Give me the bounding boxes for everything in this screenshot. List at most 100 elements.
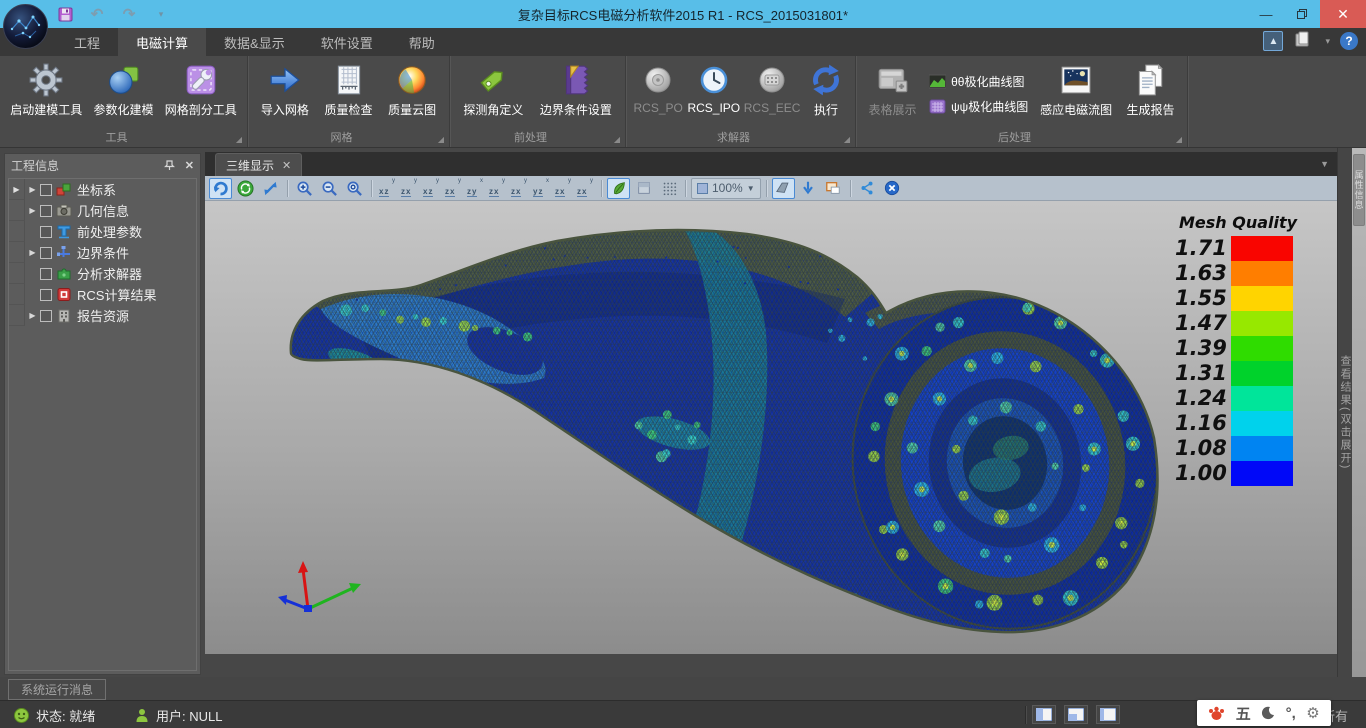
application-window: ↶ ↷ ▾ 复杂目标RCS电磁分析软件2015 R1 - RCS_2015031… <box>0 0 1366 728</box>
theta-polarization-curve-button[interactable]: θθ极化曲线图 <box>929 73 1028 90</box>
probe-angle-define-button[interactable]: 探测角定义 <box>456 60 531 120</box>
view-orientation-button-0[interactable]: yxz <box>377 178 398 199</box>
ime-paw-icon[interactable] <box>1208 705 1225 721</box>
view-orientation-button-4[interactable]: xzy <box>465 178 486 199</box>
tab-3d-display[interactable]: 三维显示 ✕ <box>215 153 302 176</box>
ime-wubi-label[interactable]: 五 <box>1236 703 1251 724</box>
zoom-out-button[interactable] <box>318 178 341 199</box>
tree-item-analysis-solver[interactable]: ▶ 分析求解器 <box>9 263 196 284</box>
menu-tab-1[interactable]: 电磁计算 <box>118 28 206 56</box>
rotate-view-button[interactable] <box>209 178 232 199</box>
pin-icon[interactable] <box>164 160 175 171</box>
induction-current-map-button[interactable]: 感应电磁流图 <box>1034 60 1118 120</box>
ime-toolbar[interactable]: 五 °, ⚙ <box>1197 700 1331 726</box>
share-view-button[interactable] <box>856 178 879 199</box>
expander-icon[interactable]: ▶ <box>25 311 40 320</box>
shaded-display-button[interactable] <box>607 178 630 199</box>
view-orientation-button-2[interactable]: yxz <box>421 178 442 199</box>
table-display-button[interactable]: 表格展示 <box>862 60 923 120</box>
tree-item-coordinate-system[interactable]: ▶ ▶ 坐标系 <box>9 179 196 200</box>
tree-checkbox[interactable] <box>40 205 52 217</box>
expander-icon[interactable]: ▶ <box>25 185 40 194</box>
row-selector[interactable]: ▶ <box>9 179 25 200</box>
viewport-3d[interactable]: Mesh Quality 1.711.631.551.471.391.311.2… <box>205 201 1337 654</box>
boundary-condition-button[interactable]: 边界条件设置 <box>533 60 619 120</box>
view-orientation-button-6[interactable]: yzx <box>509 178 530 199</box>
mesh-model-render[interactable] <box>205 201 1337 654</box>
group-dialog-launcher-icon[interactable]: ◢ <box>1176 135 1182 144</box>
view-orientation-button-8[interactable]: yzx <box>553 178 574 199</box>
psi-polarization-curve-button[interactable]: ψψ极化曲线图 <box>929 98 1028 115</box>
tree-checkbox[interactable] <box>40 184 52 196</box>
group-dialog-launcher-icon[interactable]: ◢ <box>844 135 850 144</box>
expander-icon[interactable]: ▶ <box>25 206 40 215</box>
system-messages-tab[interactable]: 系统运行消息 <box>8 679 106 700</box>
rcs-eec-button[interactable]: RCS_EEC <box>743 60 801 117</box>
results-side-bar[interactable]: 查看结果(双击展开) <box>1337 148 1352 677</box>
quality-cloud-map-button[interactable]: 质量云图 <box>381 60 443 120</box>
tree-checkbox[interactable] <box>40 289 52 301</box>
rcs-ipo-button[interactable]: RCS_IPO <box>686 60 741 117</box>
group-dialog-launcher-icon[interactable]: ◢ <box>438 135 444 144</box>
tree-item-preprocess-params[interactable]: ▶ 前处理参数 <box>9 221 196 242</box>
ime-punctuation-label[interactable]: °, <box>1286 705 1296 722</box>
close-view-button[interactable] <box>881 178 904 199</box>
launch-modeling-tool-button[interactable]: 启动建模工具 <box>6 60 87 120</box>
ime-moon-icon[interactable] <box>1261 706 1275 720</box>
ime-settings-gear-icon[interactable]: ⚙ <box>1306 704 1319 722</box>
capture-window-button[interactable] <box>822 178 845 199</box>
layout-bottom-panel-button[interactable] <box>1064 705 1088 724</box>
pan-zoom-button[interactable] <box>259 178 282 199</box>
display-device-icon[interactable] <box>1293 31 1315 51</box>
parametric-modeling-button[interactable]: 参数化建模 <box>89 60 159 120</box>
tab-close-icon[interactable]: ✕ <box>282 159 291 172</box>
tree-checkbox[interactable] <box>40 310 52 322</box>
view-orientation-button-9[interactable]: yzx <box>575 178 596 199</box>
tab-list-dropdown-icon[interactable]: ▼ <box>1320 159 1329 169</box>
zoom-level-combo[interactable]: 100% ▼ <box>691 178 761 199</box>
tree-checkbox[interactable] <box>40 247 52 259</box>
view-orientation-button-7[interactable]: xyz <box>531 178 552 199</box>
help-button[interactable]: ? <box>1340 32 1358 50</box>
drop-down-tool-button[interactable] <box>797 178 820 199</box>
layout-left-panel-button[interactable] <box>1032 705 1056 724</box>
menu-tab-2[interactable]: 数据&显示 <box>206 28 303 56</box>
collapse-ribbon-button[interactable]: ▲ <box>1263 31 1283 51</box>
device-caret-icon[interactable]: ▾ <box>1325 36 1330 47</box>
wireframe-display-button[interactable] <box>632 178 655 199</box>
restore-button[interactable] <box>1284 0 1320 28</box>
ribbon-group-preprocess: 探测角定义 边界条件设置 前处理 ◢ <box>450 56 626 147</box>
group-dialog-launcher-icon[interactable]: ◢ <box>236 135 242 144</box>
menu-tab-3[interactable]: 软件设置 <box>303 28 391 56</box>
import-mesh-button[interactable]: 导入网格 <box>254 60 316 120</box>
rcs-po-button[interactable]: RCS_PO <box>632 60 684 117</box>
view-orientation-button-5[interactable]: yzx <box>487 178 508 199</box>
tree-item-rcs-results[interactable]: ▶ RCS计算结果 <box>9 284 196 305</box>
view-orientation-button-3[interactable]: yzx <box>443 178 464 199</box>
tree-checkbox[interactable] <box>40 268 52 280</box>
menu-tab-0[interactable]: 工程 <box>56 28 118 56</box>
tree-item-boundary-condition[interactable]: ▶ 边界条件 <box>9 242 196 263</box>
execute-button[interactable]: 执行 <box>803 60 849 120</box>
menu-tab-4[interactable]: 帮助 <box>391 28 453 56</box>
close-button[interactable]: ✕ <box>1320 0 1366 28</box>
property-info-tab[interactable]: 属性信息 <box>1353 154 1365 226</box>
panel-close-icon[interactable]: ✕ <box>185 159 194 172</box>
quality-check-button[interactable]: 质量检查 <box>318 60 380 120</box>
tree-checkbox[interactable] <box>40 226 52 238</box>
expander-icon[interactable]: ▶ <box>25 248 40 257</box>
results-tab-label[interactable]: 查看结果(双击展开) <box>1337 355 1353 470</box>
refresh-view-button[interactable] <box>234 178 257 199</box>
points-display-button[interactable] <box>657 178 680 199</box>
layout-side-strip-button[interactable] <box>1096 705 1120 724</box>
mesh-partition-tool-button[interactable]: 网格剖分工具 <box>160 60 241 120</box>
tree-item-geometry-info[interactable]: ▶ 几何信息 <box>9 200 196 221</box>
group-dialog-launcher-icon[interactable]: ◢ <box>614 135 620 144</box>
generate-report-button[interactable]: 生成报告 <box>1120 60 1181 120</box>
view-orientation-button-1[interactable]: yzx <box>399 178 420 199</box>
zoom-in-button[interactable] <box>293 178 316 199</box>
minimize-button[interactable]: — <box>1248 0 1284 28</box>
tree-item-report-resources[interactable]: ▶ 报告资源 <box>9 305 196 326</box>
zoom-fit-button[interactable] <box>343 178 366 199</box>
surface-select-button[interactable] <box>772 178 795 199</box>
